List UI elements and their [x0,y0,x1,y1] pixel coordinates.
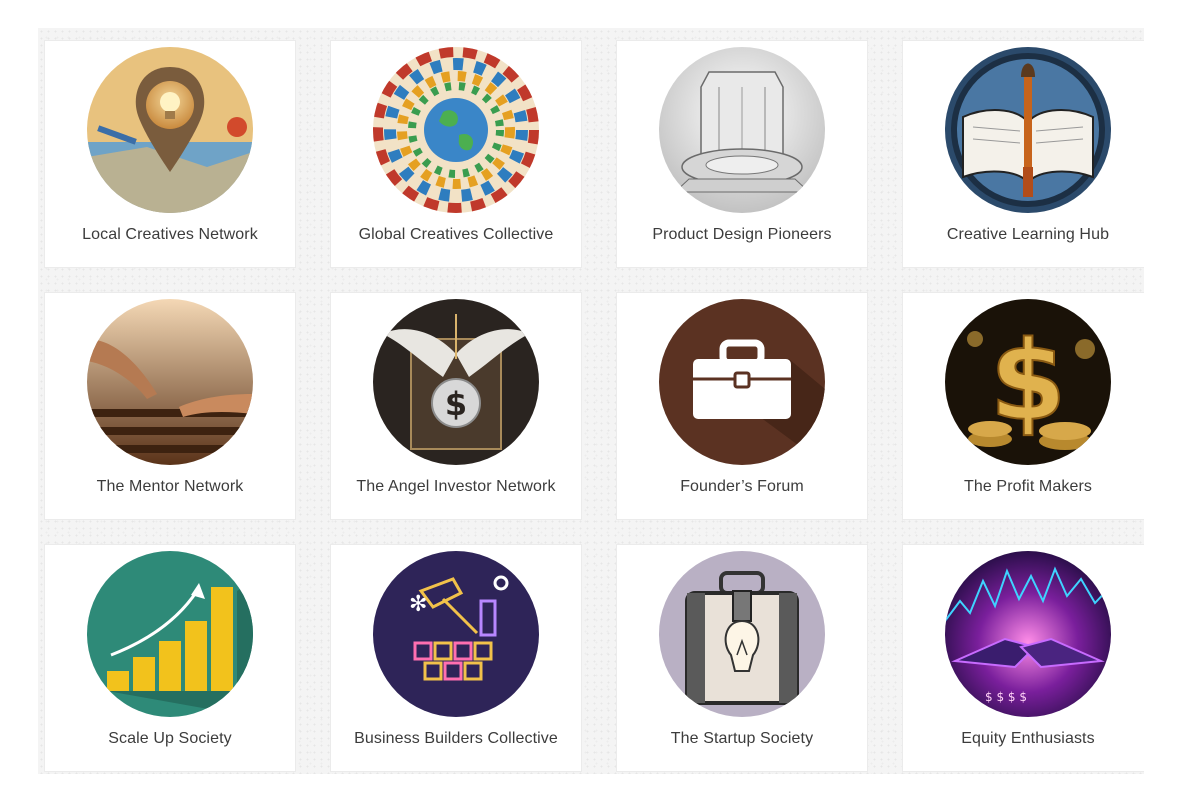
community-card-creative-learning-hub[interactable]: Creative Learning Hub [902,40,1144,268]
neon-hammer-blocks-icon: ✻ [373,551,539,717]
community-name: The Startup Society [670,730,814,747]
winged-dollar-icon: $ [373,299,539,465]
community-name: Business Builders Collective [354,730,558,747]
community-card-founders-forum[interactable]: Founder’s Forum [616,292,868,520]
community-card-the-startup-society[interactable]: The Startup Society [616,544,868,772]
community-card-product-design-pioneers[interactable]: Product Design Pioneers [616,40,868,268]
growth-bar-chart-icon [87,551,253,717]
community-name: Scale Up Society [108,730,232,747]
map-pin-lightbulb-icon [87,47,253,213]
community-name: Local Creatives Network [82,226,258,243]
community-card-scale-up-society[interactable]: Scale Up Society [44,544,296,772]
community-card-the-angel-investor-network[interactable]: $ The Angel Investor Network [330,292,582,520]
community-name: Creative Learning Hub [946,226,1110,243]
community-name: Equity Enthusiasts [961,730,1095,747]
svg-text:✻: ✻ [409,592,427,617]
community-name: Global Creatives Collective [358,226,554,243]
community-grid: Local Creatives Network Global Creatives… [38,28,1144,774]
community-card-equity-enthusiasts[interactable]: $ $ $ $ Equity Enthusiasts [902,544,1144,772]
community-card-business-builders-collective[interactable]: ✻ Business Builders Collective [330,544,582,772]
community-card-global-creatives-collective[interactable]: Global Creatives Collective [330,40,582,268]
svg-text:$: $ [990,317,1067,445]
neon-handshake-icon: $ $ $ $ [945,551,1111,717]
reaching-hands-icon [87,299,253,465]
svg-text:$: $ [445,385,467,423]
community-card-local-creatives-network[interactable]: Local Creatives Network [44,40,296,268]
lightbulb-suitcase-icon [659,551,825,717]
community-card-the-profit-makers[interactable]: $ The Profit Makers [902,292,1144,520]
community-name: The Profit Makers [964,478,1092,495]
community-name: Product Design Pioneers [652,226,832,243]
glass-prototype-icon [659,47,825,213]
community-name: The Mentor Network [96,478,244,495]
briefcase-icon [659,299,825,465]
community-name: Founder’s Forum [680,478,804,495]
globe-people-circle-icon [373,47,539,213]
gold-dollar-coins-icon: $ [945,299,1111,465]
book-paintbrush-icon [945,47,1111,213]
svg-text:$ $ $ $: $ $ $ $ [985,690,1027,704]
community-card-the-mentor-network[interactable]: The Mentor Network [44,292,296,520]
community-name: The Angel Investor Network [356,478,556,495]
